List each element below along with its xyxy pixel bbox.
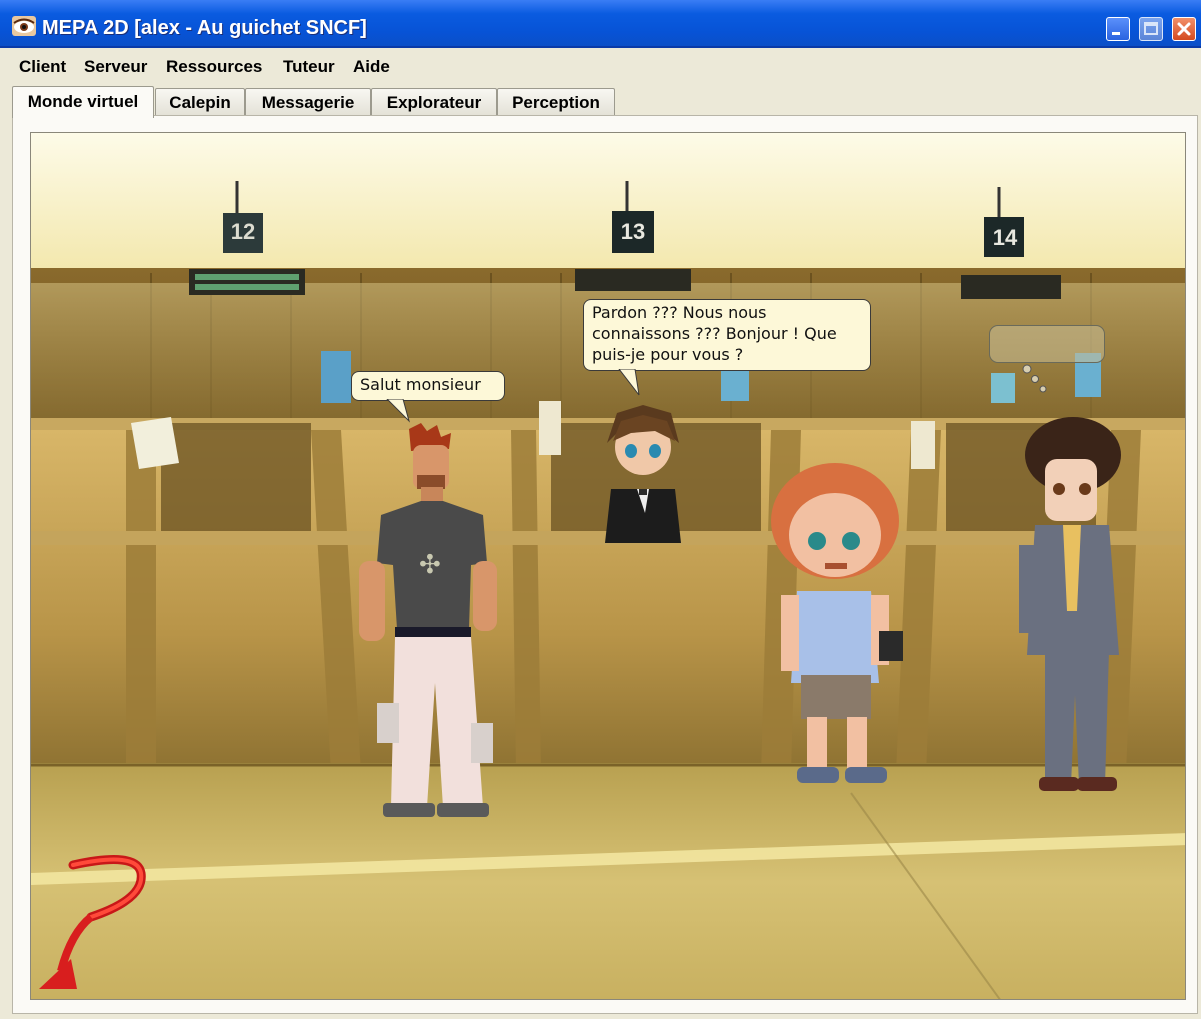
close-icon — [1177, 22, 1191, 36]
tab-calepin[interactable]: Calepin — [155, 88, 245, 116]
menu-aide[interactable]: Aide — [353, 57, 390, 77]
menu-tuteur[interactable]: Tuteur — [283, 57, 335, 77]
player-avatar-alex[interactable]: ✣ — [351, 423, 501, 823]
menu-client[interactable]: Client — [19, 57, 66, 77]
tab-perception[interactable]: Perception — [497, 88, 615, 116]
maximize-button[interactable] — [1139, 17, 1163, 41]
player-speech-bubble: Salut monsieur — [351, 371, 505, 401]
thought-bubble — [989, 325, 1105, 363]
player-bubble-tail — [386, 399, 410, 423]
counter-number-12: 12 — [230, 219, 256, 244]
svg-text:✣: ✣ — [419, 550, 441, 580]
station-background — [31, 133, 1185, 999]
maximize-icon — [1144, 22, 1158, 35]
minimize-icon — [1112, 32, 1120, 35]
clerk-speech-bubble: Pardon ??? Nous nous connaissons ??? Bon… — [583, 299, 871, 371]
thought-bubble-dots — [1022, 364, 1047, 393]
child-avatar[interactable] — [767, 463, 917, 793]
minimize-button[interactable] — [1106, 17, 1130, 41]
suit-man-avatar[interactable] — [1015, 415, 1125, 795]
menu-ressources[interactable]: Ressources — [166, 57, 262, 77]
menu-serveur[interactable]: Serveur — [84, 57, 147, 77]
counter-number-13: 13 — [620, 219, 646, 244]
tab-messagerie[interactable]: Messagerie — [245, 88, 371, 116]
counter-number-14: 14 — [992, 225, 1018, 250]
tab-monde-virtuel[interactable]: Monde virtuel — [12, 86, 154, 118]
title-bar[interactable]: MEPA 2D [alex - Au guichet SNCF] — [0, 0, 1201, 48]
eye-icon — [12, 16, 36, 36]
close-button[interactable] — [1172, 17, 1196, 41]
clerk-bubble-tail — [618, 369, 640, 396]
tab-explorateur[interactable]: Explorateur — [371, 88, 497, 116]
window-title: MEPA 2D [alex - Au guichet SNCF] — [42, 17, 367, 39]
virtual-world-scene[interactable]: 12 13 14 ✣ Salut monsieur Pardon ??? Nou… — [30, 132, 1186, 1000]
clerk-avatar[interactable] — [597, 403, 687, 543]
